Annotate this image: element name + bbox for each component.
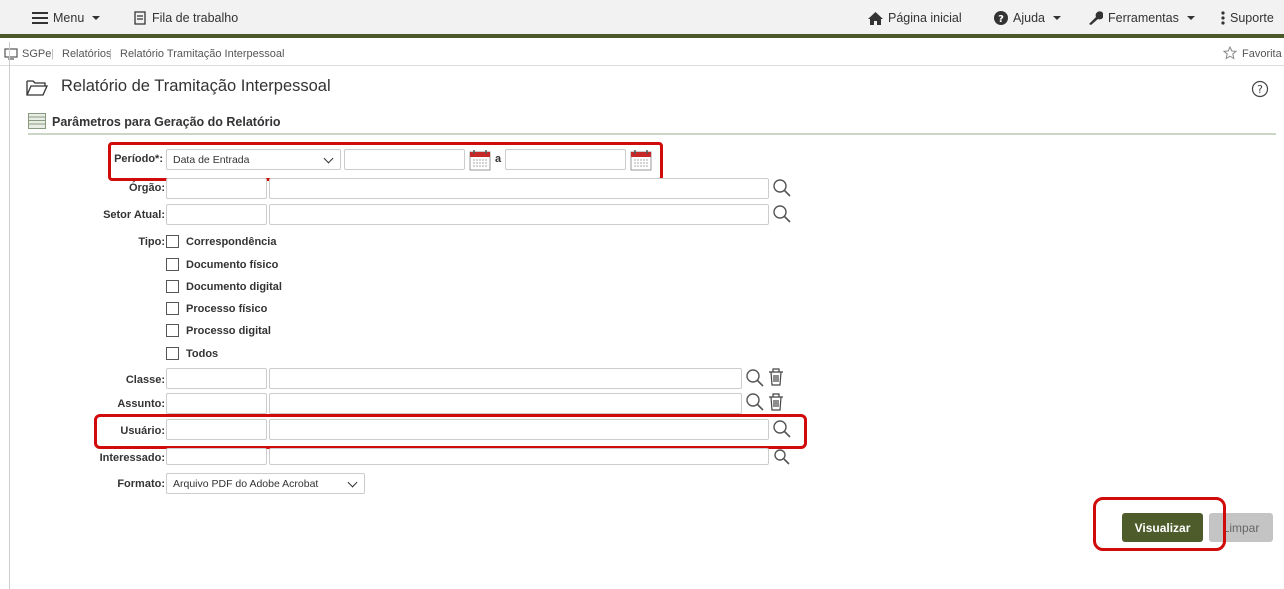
tipo-checkbox-processo-digital[interactable]	[166, 324, 179, 337]
worklist-link[interactable]: Fila de trabalho	[133, 11, 238, 25]
tipo-checkbox-documento-fisico[interactable]	[166, 258, 179, 271]
search-icon[interactable]	[772, 449, 792, 467]
setor-name-input[interactable]	[269, 204, 769, 225]
trash-icon[interactable]	[767, 392, 785, 412]
tipo-option-label: Processo físico	[186, 303, 268, 315]
title-row: Relatório de Tramitação Interpessoal ?	[0, 68, 1284, 108]
formato-select[interactable]: Arquivo PDF do Adobe Acrobat	[166, 473, 365, 494]
worklist-icon	[134, 11, 146, 25]
tipo-checkbox-documento-digital[interactable]	[166, 280, 179, 293]
breadcrumb-separator: |	[51, 48, 54, 60]
interessado-code-input[interactable]	[166, 448, 267, 465]
help-menu[interactable]: ? Ajuda	[994, 11, 1061, 25]
wrench-icon	[1089, 11, 1103, 25]
search-icon[interactable]	[745, 368, 765, 388]
svg-text:?: ?	[998, 14, 1004, 25]
formato-label: Formato:	[117, 478, 165, 490]
tipo-option-label: Correspondência	[186, 236, 277, 248]
search-icon[interactable]	[772, 204, 792, 224]
breadcrumb-item-relatorios[interactable]: Relatórios	[62, 48, 112, 60]
formato-value: Arquivo PDF do Adobe Acrobat	[173, 478, 319, 490]
search-icon[interactable]	[772, 178, 792, 198]
help-circle-icon[interactable]: ?	[1251, 80, 1269, 98]
tipo-option-label: Processo digital	[186, 325, 271, 337]
classe-name-input[interactable]	[269, 368, 742, 389]
worklist-label: Fila de trabalho	[152, 11, 239, 25]
usuario-highlight	[94, 414, 807, 449]
tipo-checkbox-correspondencia[interactable]	[166, 235, 179, 248]
tipo-checkbox-processo-fisico[interactable]	[166, 302, 179, 315]
breadcrumb-separator: |	[109, 48, 112, 60]
section-title: Parâmetros para Geração do Relatório	[52, 115, 281, 129]
support-label: Suporte	[1230, 11, 1274, 25]
caret-down-icon	[1186, 16, 1195, 20]
breadcrumb-item-sgpe[interactable]: SGPe	[22, 48, 51, 60]
setor-code-input[interactable]	[166, 204, 267, 225]
help-glyph: ?	[1257, 83, 1263, 96]
assunto-name-input[interactable]	[269, 393, 742, 414]
star-icon[interactable]	[1223, 46, 1237, 60]
left-border	[9, 42, 10, 589]
favorites-link[interactable]: Favorita	[1242, 48, 1282, 60]
home-label: Página inicial	[888, 11, 962, 25]
table-icon	[28, 113, 46, 129]
tipo-option-label: Documento físico	[186, 259, 279, 271]
periodo-highlight	[108, 142, 663, 181]
tipo-option-label: Todos	[186, 348, 219, 360]
orgao-name-input[interactable]	[269, 178, 769, 199]
assunto-code-input[interactable]	[166, 393, 267, 414]
trash-icon[interactable]	[767, 367, 785, 387]
classe-code-input[interactable]	[166, 368, 267, 389]
monitor-icon	[4, 48, 18, 60]
home-link[interactable]: Página inicial	[868, 11, 962, 25]
chevron-down-icon	[347, 477, 358, 488]
top-navbar: Menu Fila de trabalho Página inicial ? A…	[0, 0, 1284, 38]
home-icon	[868, 11, 883, 25]
setor-label: Setor Atual:	[103, 209, 165, 221]
breadcrumb: SGPe | Relatórios | Relatório Tramitação…	[0, 42, 1284, 66]
tipo-option-label: Documento digital	[186, 281, 282, 293]
interessado-name-input[interactable]	[269, 448, 769, 465]
classe-label: Classe:	[125, 374, 165, 386]
assunto-label: Assunto:	[117, 398, 165, 410]
help-label: Ajuda	[1013, 11, 1045, 25]
tipo-checkbox-todos[interactable]	[166, 347, 179, 360]
orgao-code-input[interactable]	[166, 178, 267, 199]
breadcrumb-item-current: Relatório Tramitação Interpessoal	[120, 48, 285, 60]
tipo-label: Tipo:	[138, 236, 165, 248]
support-menu[interactable]: Suporte	[1221, 11, 1274, 25]
visualizar-highlight	[1093, 497, 1226, 551]
caret-down-icon	[92, 16, 101, 20]
vertical-dots-icon	[1221, 11, 1225, 25]
caret-down-icon	[1052, 16, 1061, 20]
page-title: Relatório de Tramitação Interpessoal	[61, 77, 331, 95]
folder-open-icon	[26, 80, 48, 96]
menu-button[interactable]: Menu	[32, 11, 101, 25]
tools-menu[interactable]: Ferramentas	[1088, 11, 1195, 25]
menu-label: Menu	[53, 11, 85, 25]
interessado-label: Interessado:	[99, 452, 165, 464]
tools-label: Ferramentas	[1108, 11, 1179, 25]
question-circle-icon: ?	[994, 11, 1008, 25]
orgao-label: Órgão:	[128, 182, 165, 194]
section-header: Parâmetros para Geração do Relatório	[28, 111, 1276, 135]
hamburger-icon	[32, 12, 48, 24]
search-icon[interactable]	[745, 392, 765, 412]
